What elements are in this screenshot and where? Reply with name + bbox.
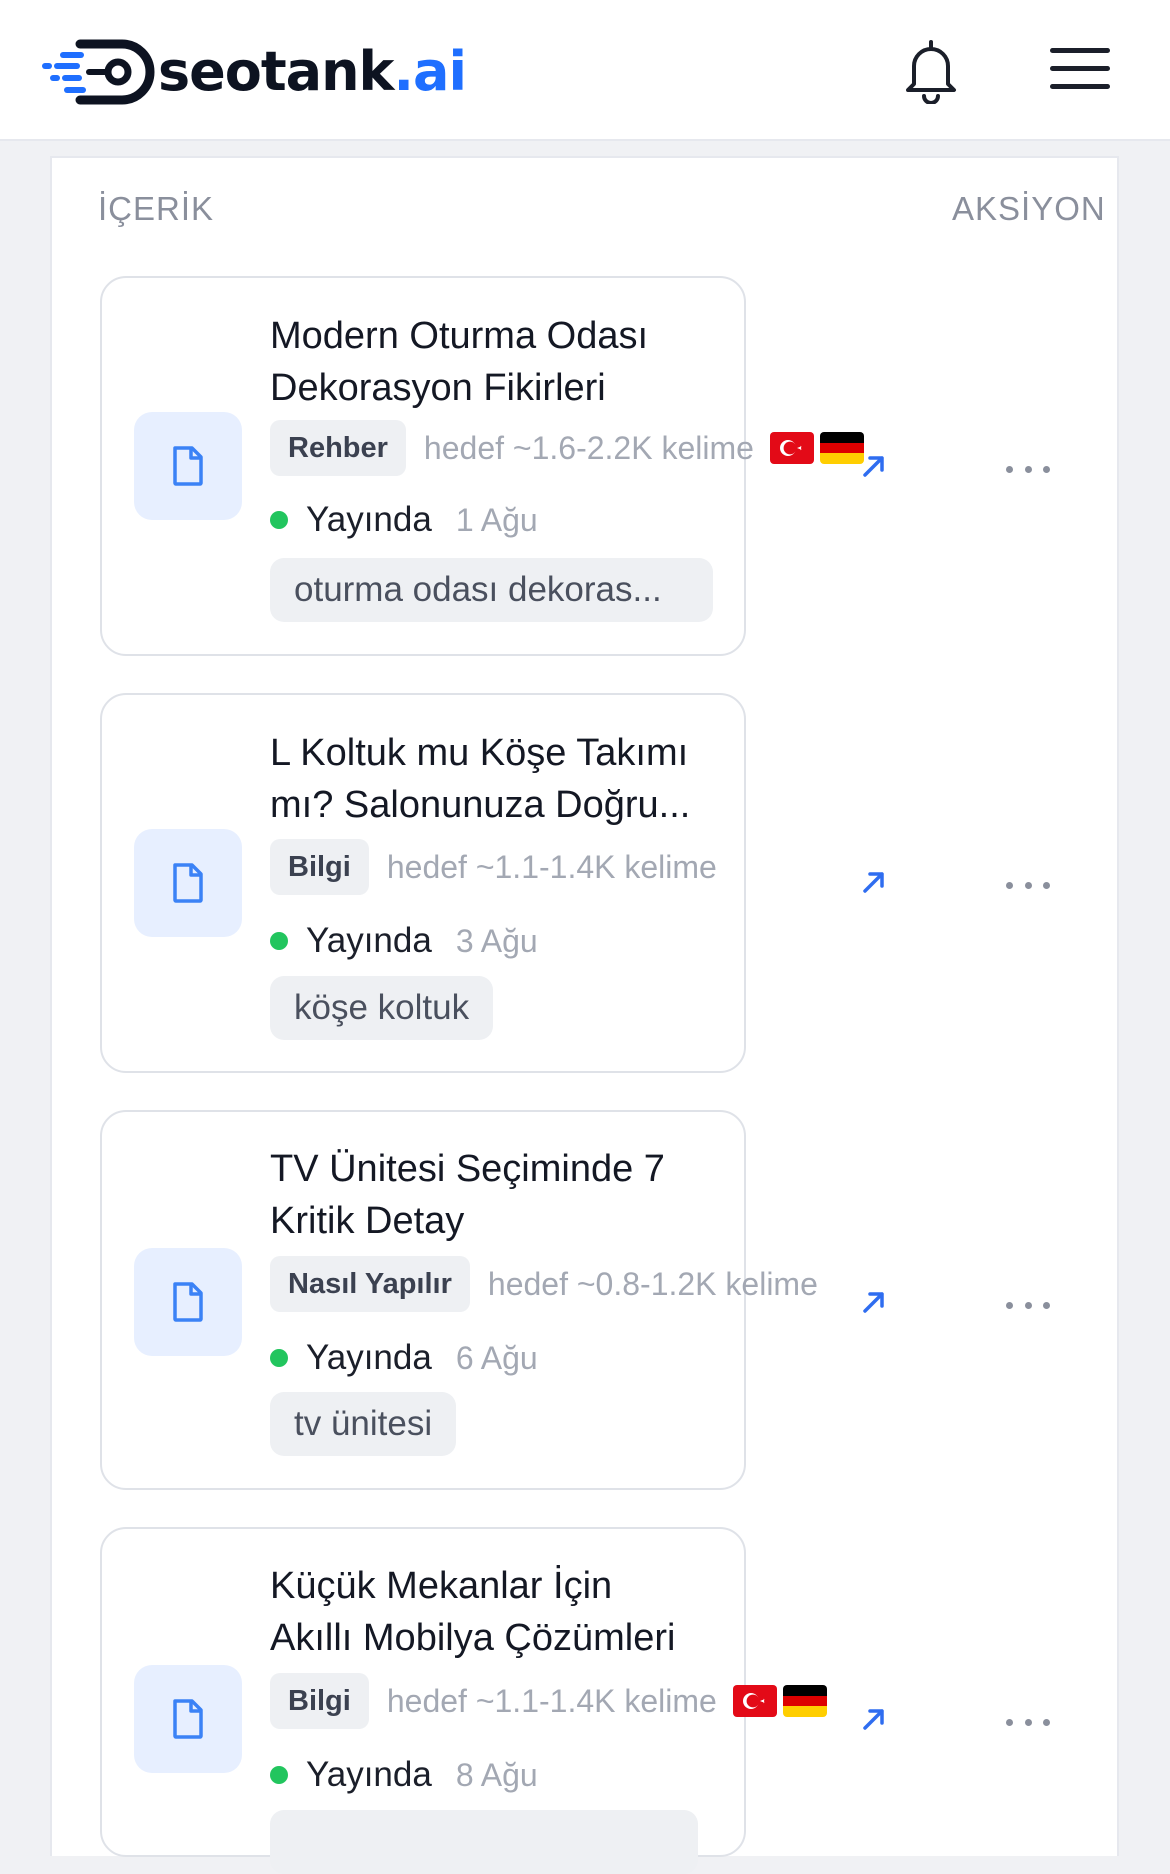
content-title[interactable]: Modern Oturma Odası Dekorasyon Fikirleri	[270, 310, 710, 414]
publish-date: 1 Ağu	[455, 501, 538, 538]
open-external-arrow-icon[interactable]	[860, 452, 888, 480]
keyword-chip: tv ünitesi	[270, 1392, 457, 1456]
column-header-content: İÇERİK	[98, 190, 215, 227]
status-dot	[270, 511, 288, 529]
meta-row: Bilgi hedef ~1.1-1.4K kelime	[270, 1673, 833, 1729]
bell-icon[interactable]	[902, 38, 960, 104]
rocket-speed-logo-icon	[42, 39, 155, 105]
menu-bar	[1050, 66, 1110, 71]
logo-wordmark: seotank.ai	[158, 45, 467, 99]
app-header: seotank.ai	[0, 0, 1170, 141]
turkey-flag-icon	[769, 432, 814, 464]
document-icon	[173, 446, 203, 486]
content-title[interactable]: Küçük Mekanlar İçin Akıllı Mobilya Çözüm…	[270, 1560, 710, 1664]
title-line: L Koltuk mu Köşe Takımı	[270, 732, 689, 774]
status-text: Yayında	[306, 1755, 432, 1794]
document-icon-tile	[134, 1248, 242, 1356]
meta-row: Nasıl Yapılır hedef ~0.8-1.2K kelime	[270, 1256, 818, 1312]
germany-flag-icon	[819, 432, 864, 464]
publish-date: 8 Ağu	[455, 1756, 538, 1793]
language-flags	[769, 432, 870, 464]
keyword-chip: oturma odası dekoras...	[270, 558, 713, 622]
publish-date: 6 Ağu	[455, 1339, 538, 1376]
open-external-arrow-icon[interactable]	[860, 1288, 888, 1316]
word-target: hedef ~0.8-1.2K kelime	[487, 1265, 818, 1302]
turkey-flag-icon	[732, 1685, 777, 1717]
status-row: Yayında 1 Ağu	[270, 500, 538, 540]
title-line: Modern Oturma Odası	[270, 315, 649, 357]
status-row: Yayında 3 Ağu	[270, 921, 538, 961]
content-title[interactable]: TV Ünitesi Seçiminde 7 Kritik Detay	[270, 1143, 710, 1247]
status-row: Yayında 8 Ağu	[270, 1755, 538, 1795]
more-actions-icon[interactable]	[1006, 466, 1050, 478]
open-external-arrow-icon[interactable]	[860, 868, 888, 896]
document-icon-tile	[134, 412, 242, 520]
status-text: Yayında	[306, 921, 432, 960]
title-line: Kritik Detay	[270, 1200, 465, 1242]
status-dot	[270, 932, 288, 950]
hamburger-icon[interactable]	[1050, 48, 1110, 96]
open-external-arrow-icon[interactable]	[860, 1705, 888, 1733]
germany-flag-icon	[782, 1685, 827, 1717]
content-type-badge: Bilgi	[270, 1673, 369, 1729]
column-header-action: AKSİYON	[952, 190, 1106, 227]
status-dot	[270, 1766, 288, 1784]
title-line: Dekorasyon Fikirleri	[270, 367, 606, 409]
title-line: Akıllı Mobilya Çözümleri	[270, 1617, 676, 1659]
status-row: Yayında 6 Ağu	[270, 1338, 538, 1378]
document-icon	[173, 1699, 203, 1739]
title-line: mı? Salonunuza Doğru...	[270, 784, 691, 826]
more-actions-icon[interactable]	[1006, 1302, 1050, 1314]
word-target: hedef ~1.1-1.4K kelime	[386, 1682, 717, 1719]
document-icon	[173, 1282, 203, 1322]
status-text: Yayında	[306, 1338, 432, 1377]
keyword-chip: köşe koltuk	[270, 976, 494, 1040]
meta-row: Bilgi hedef ~1.1-1.4K kelime	[270, 839, 717, 895]
content-type-badge: Nasıl Yapılır	[270, 1256, 470, 1312]
status-text: Yayında	[306, 500, 432, 539]
logo-tld: .ai	[393, 40, 466, 103]
language-flags	[732, 1685, 833, 1717]
publish-date: 3 Ağu	[455, 922, 538, 959]
content-type-badge: Rehber	[270, 420, 406, 476]
menu-bar	[1050, 48, 1110, 53]
content-type-badge: Bilgi	[270, 839, 369, 895]
meta-row: Rehber hedef ~1.6-2.2K kelime	[270, 420, 870, 476]
word-target: hedef ~1.1-1.4K kelime	[386, 848, 717, 885]
document-icon-tile	[134, 1665, 242, 1773]
seotank-logo[interactable]: seotank.ai	[40, 38, 467, 106]
content-title[interactable]: L Koltuk mu Köşe Takımı mı? Salonunuza D…	[270, 727, 710, 831]
word-target: hedef ~1.6-2.2K kelime	[423, 429, 754, 466]
logo-name: seotank	[158, 40, 394, 103]
document-icon	[173, 863, 203, 903]
title-line: Küçük Mekanlar İçin	[270, 1565, 613, 1607]
more-actions-icon[interactable]	[1006, 1719, 1050, 1731]
more-actions-icon[interactable]	[1006, 882, 1050, 894]
title-line: TV Ünitesi Seçiminde 7	[270, 1148, 665, 1190]
status-dot	[270, 1349, 288, 1367]
menu-bar	[1050, 84, 1110, 89]
keyword-chip	[270, 1810, 698, 1874]
document-icon-tile	[134, 829, 242, 937]
